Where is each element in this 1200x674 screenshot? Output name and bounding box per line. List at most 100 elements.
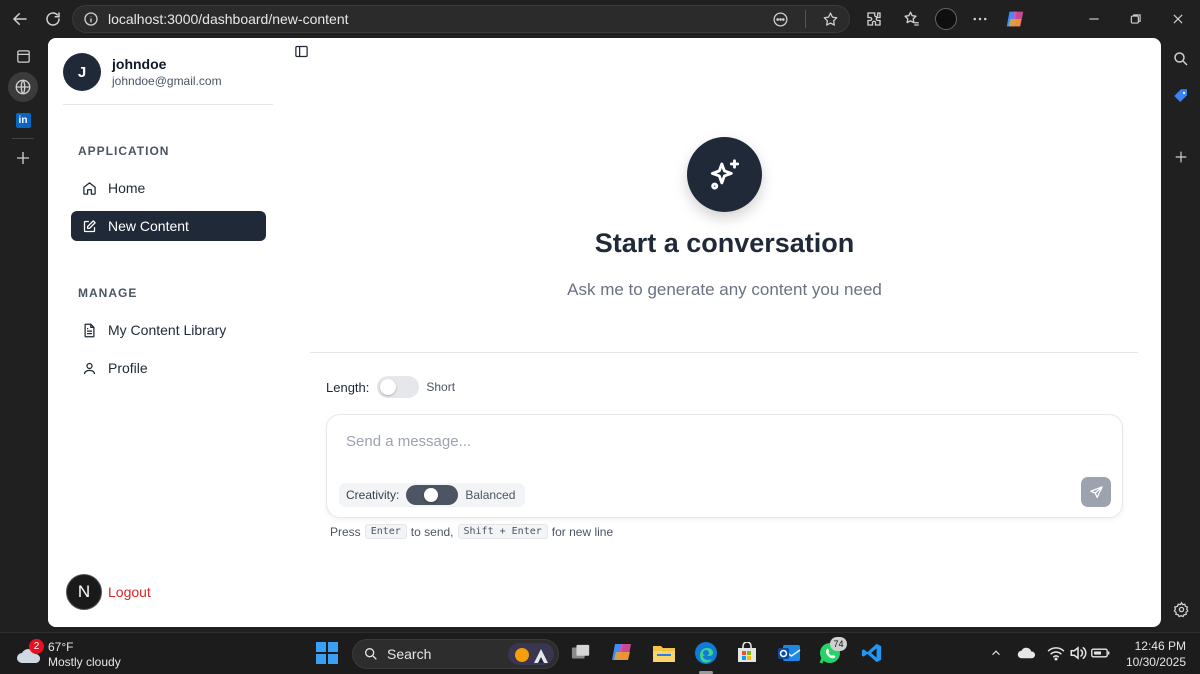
main-content: Start a conversation Ask me to generate …: [280, 38, 1161, 627]
document-icon: [81, 322, 97, 338]
avatar: J: [63, 53, 101, 91]
page-subtitle: Ask me to generate any content you need: [567, 280, 882, 299]
app-sidebar: J johndoe johndoe@gmail.com APPLICATION …: [48, 38, 280, 627]
tray-overflow-chevron-icon[interactable]: [986, 643, 1006, 663]
weather-temp: 67°F: [48, 640, 74, 654]
battery-icon[interactable]: [1091, 643, 1111, 663]
hint-to-send: to send,: [410, 524, 454, 539]
sidebar-item-label: New Content: [108, 218, 189, 234]
weather-badge: 2: [29, 639, 44, 654]
new-tab-plus-icon[interactable]: [10, 145, 36, 171]
sidebar-item-label: Home: [108, 180, 146, 196]
taskbar-search[interactable]: Search: [352, 639, 559, 669]
send-icon: [1089, 485, 1103, 498]
volume-icon[interactable]: [1068, 643, 1088, 663]
home-icon: [81, 180, 97, 196]
task-view-icon[interactable]: [568, 640, 594, 666]
address-divider: [805, 10, 806, 28]
vscode-icon[interactable]: [859, 640, 885, 666]
edge-browser-icon[interactable]: [693, 640, 719, 666]
length-value: Short: [426, 380, 456, 394]
keyboard-hint: Press Enter to send, Shift + Enter for n…: [330, 524, 613, 539]
back-icon[interactable]: [8, 7, 32, 31]
windows-start-icon[interactable]: [314, 640, 340, 666]
enter-key: Enter: [364, 524, 407, 539]
weather-condition: Mostly cloudy: [48, 655, 121, 669]
logout-label[interactable]: Logout: [108, 584, 151, 600]
linkedin-tab-icon[interactable]: in: [10, 107, 36, 133]
message-input[interactable]: Send a message...: [346, 433, 471, 450]
user-icon: [81, 360, 97, 376]
m365-copilot-icon[interactable]: [610, 640, 636, 666]
outlook-mail-icon[interactable]: [776, 640, 802, 666]
system-clock[interactable]: 12:46 PM 10/30/2025: [1126, 638, 1186, 670]
onedrive-cloud-icon[interactable]: [1016, 643, 1036, 663]
logout-button[interactable]: N Logout: [66, 574, 151, 610]
clock-date: 10/30/2025: [1125, 655, 1186, 669]
read-aloud-icon[interactable]: [772, 11, 789, 28]
add-sidebar-plus-icon[interactable]: [1170, 146, 1192, 168]
divider: [310, 352, 1138, 353]
refresh-icon[interactable]: [41, 7, 65, 31]
search-icon[interactable]: [1170, 48, 1192, 70]
sidebar-item-label: My Content Library: [108, 322, 227, 338]
site-info-icon[interactable]: [82, 10, 100, 28]
search-highlight-icon: [508, 643, 554, 665]
edit-icon: [81, 218, 97, 234]
microsoft-store-icon[interactable]: [734, 640, 760, 666]
browser-sidebar: [1160, 38, 1200, 630]
sidebar-item-home[interactable]: Home: [71, 173, 266, 203]
section-label-manage: MANAGE: [78, 286, 138, 300]
username: johndoe: [112, 56, 167, 72]
profile-avatar-icon[interactable]: [934, 7, 958, 31]
browser-toolbar: localhost:3000/dashboard/new-content: [0, 0, 1200, 38]
windows-taskbar: 2 67°F Mostly cloudy Search 74 12:46 PM …: [0, 632, 1200, 674]
copilot-icon[interactable]: [1003, 7, 1027, 31]
more-menu-icon[interactable]: [968, 7, 992, 31]
send-button[interactable]: [1081, 477, 1111, 507]
creativity-value: Balanced: [465, 488, 516, 502]
creativity-slider[interactable]: [406, 485, 459, 505]
length-label: Length:: [326, 379, 370, 395]
whatsapp-badge: 74: [830, 637, 847, 651]
globe-tab-icon[interactable]: [8, 72, 38, 102]
file-explorer-icon[interactable]: [651, 640, 677, 666]
weather-widget[interactable]: 2 67°F Mostly cloudy: [16, 638, 136, 670]
section-label-application: APPLICATION: [78, 144, 170, 158]
app-logo-icon: N: [66, 574, 102, 610]
extensions-icon[interactable]: [862, 7, 886, 31]
message-composer: Send a message... Creativity: Balanced: [326, 414, 1123, 518]
user-card: J johndoe johndoe@gmail.com: [63, 53, 273, 105]
length-control: Length: Short: [326, 376, 455, 398]
favorites-icon[interactable]: [900, 7, 924, 31]
wifi-icon[interactable]: [1046, 643, 1066, 663]
search-label: Search: [387, 646, 432, 662]
clock-time: 12:46 PM: [1134, 639, 1186, 653]
length-toggle[interactable]: [377, 376, 420, 398]
sidebar-item-label: Profile: [108, 360, 148, 376]
favorite-star-icon[interactable]: [822, 11, 839, 28]
user-email: johndoe@gmail.com: [112, 74, 222, 88]
settings-gear-icon[interactable]: [1170, 598, 1192, 620]
url-text[interactable]: localhost:3000/dashboard/new-content: [108, 11, 349, 27]
hint-press: Press: [330, 524, 361, 539]
restore-icon[interactable]: [1124, 7, 1148, 31]
sidebar-item-profile[interactable]: Profile: [71, 353, 266, 383]
page-title: Start a conversation: [594, 228, 855, 258]
sparkles-icon: [687, 137, 762, 212]
tab-actions-icon[interactable]: [10, 43, 36, 69]
creativity-label: Creativity:: [346, 488, 400, 502]
sidebar-item-content-library[interactable]: My Content Library: [71, 315, 266, 345]
address-bar[interactable]: localhost:3000/dashboard/new-content: [72, 5, 850, 33]
close-window-icon[interactable]: [1166, 7, 1190, 31]
web-page: J johndoe johndoe@gmail.com APPLICATION …: [48, 38, 1161, 627]
sidebar-item-new-content[interactable]: New Content: [71, 211, 266, 241]
shift-enter-key: Shift + Enter: [457, 524, 548, 539]
hint-new-line: for new line: [551, 524, 614, 539]
shopping-tag-icon[interactable]: [1170, 85, 1192, 107]
vertical-tab-strip: in: [0, 38, 46, 630]
search-icon: [363, 646, 379, 662]
minimize-icon[interactable]: [1082, 7, 1106, 31]
creativity-control: Creativity: Balanced: [339, 483, 526, 507]
strip-divider: [12, 138, 34, 139]
